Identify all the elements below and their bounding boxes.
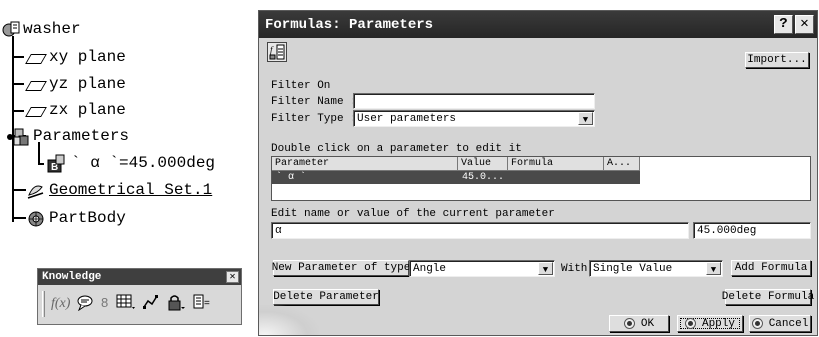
filter-name-label: Filter Name : <box>271 96 357 108</box>
new-parameter-of-type-button[interactable]: New Parameter of type <box>272 260 410 276</box>
part-document-icon <box>2 20 20 38</box>
tree-connector-line <box>12 56 24 58</box>
law-icon[interactable] <box>142 293 160 316</box>
parameter-name-input[interactable]: α <box>271 222 689 239</box>
cell-value: 45.0... <box>462 172 505 183</box>
lock-icon[interactable] <box>166 293 186 316</box>
parameter-table[interactable]: Parameter Value Formula A... ` α ` 45.0.… <box>271 156 811 201</box>
chevron-down-icon[interactable]: ▼ <box>578 112 593 125</box>
filter-type-value: User parameters <box>357 112 457 125</box>
tree-connector-line <box>12 189 26 191</box>
tree-connector-line <box>12 83 24 85</box>
svg-text:=: = <box>204 298 210 309</box>
formulas-dialog: Formulas: Parameters ? ✕ f Import... Fil… <box>258 10 818 336</box>
with-label: With <box>561 263 588 275</box>
cancel-button[interactable]: Cancel <box>749 315 811 332</box>
table-row-selected[interactable]: ` α ` 45.0... <box>272 171 640 184</box>
tree-item-label: zx plane <box>49 101 126 119</box>
parameter-explorer-icon[interactable]: = <box>192 293 212 316</box>
help-button[interactable]: ? <box>774 15 793 34</box>
apply-button[interactable]: Apply <box>677 315 743 332</box>
add-formula-button[interactable]: Add Formula <box>731 260 811 276</box>
svg-text:8: 8 <box>101 295 108 310</box>
formula-icon[interactable]: f(x) <box>51 296 70 312</box>
tree-item-geometrical-set[interactable]: Geometrical Set.1 <box>26 179 212 201</box>
svg-text:f: f <box>270 45 274 55</box>
value-kind-select[interactable]: Single Value ▼ <box>589 260 723 277</box>
tree-connector-line <box>38 163 44 165</box>
dialog-title: Formulas: Parameters <box>265 16 434 33</box>
cell-parameter: ` α ` <box>276 172 307 183</box>
double-click-hint: Double click on a parameter to edit it <box>271 143 522 155</box>
dialog-titlebar[interactable]: Formulas: Parameters ? ✕ <box>259 11 817 38</box>
column-header-value[interactable]: Value <box>458 157 508 171</box>
tree-item-zx-plane[interactable]: zx plane <box>25 99 126 121</box>
tree-root-washer[interactable]: washer <box>2 18 81 40</box>
tree-item-label: yz plane <box>49 75 126 93</box>
column-header-parameter[interactable]: Parameter <box>272 157 458 171</box>
part-body-icon <box>26 209 46 227</box>
tree-item-xy-plane[interactable]: xy plane <box>25 46 126 68</box>
filter-type-label: Filter Type : <box>271 113 357 125</box>
knowledge-toolbar-titlebar[interactable]: Knowledge ✕ <box>38 269 241 285</box>
plane-icon <box>25 81 47 91</box>
cancel-label: Cancel <box>768 317 809 330</box>
tree-item-label: Parameters <box>33 127 130 145</box>
tree-item-yz-plane[interactable]: yz plane <box>25 73 126 95</box>
import-button[interactable]: Import... <box>745 52 809 68</box>
specification-tree: washer xy plane yz plane zx plane Parame… <box>0 0 240 250</box>
tree-connector-line <box>12 217 26 219</box>
formula-mode-icon[interactable]: f <box>267 42 287 62</box>
close-button[interactable]: ✕ <box>795 15 814 34</box>
comment-icon[interactable] <box>76 293 94 316</box>
knowledge-toolbar-title: Knowledge <box>42 271 102 283</box>
knowledge-toolbar: Knowledge ✕ f(x) 8 = <box>37 268 242 325</box>
delete-formula-button[interactable]: Delete Formula <box>722 289 814 305</box>
geometrical-set-icon <box>26 181 46 199</box>
apply-radio-icon <box>684 318 696 329</box>
ok-label: OK <box>640 317 655 330</box>
catia-logo-swirl <box>259 305 319 335</box>
parameter-type-value: Angle <box>413 262 447 275</box>
filter-name-input[interactable] <box>353 93 595 109</box>
cancel-radio-icon <box>751 318 763 329</box>
chevron-down-icon[interactable]: ▼ <box>538 262 553 275</box>
chevron-down-icon[interactable]: ▼ <box>706 262 721 275</box>
edit-parameter-label: Edit name or value of the current parame… <box>271 208 555 220</box>
tree-item-label: ` α `=45.000deg <box>71 154 216 172</box>
parameter-value-input[interactable]: 45.000deg <box>693 222 811 239</box>
close-icon[interactable]: ✕ <box>226 271 239 283</box>
tree-root-label: washer <box>23 20 81 38</box>
filter-on-label: Filter On <box>271 80 331 92</box>
tree-item-label: Geometrical Set.1 <box>49 181 213 199</box>
ok-button[interactable]: OK <box>609 315 669 332</box>
plane-icon <box>25 54 47 64</box>
design-table-icon[interactable] <box>116 293 136 316</box>
filter-type-select[interactable]: User parameters ▼ <box>353 110 595 127</box>
tree-connector-line <box>12 110 24 112</box>
column-header-active[interactable]: A... <box>604 157 640 171</box>
tree-item-label: PartBody <box>49 209 126 227</box>
value-kind-value: Single Value <box>593 262 673 275</box>
column-header-formula[interactable]: Formula <box>508 157 604 171</box>
delete-parameter-button[interactable]: Delete Parameter <box>273 289 379 305</box>
plane-icon <box>25 107 47 117</box>
tree-item-label: xy plane <box>49 48 126 66</box>
parameter-type-select[interactable]: Angle ▼ <box>409 260 555 277</box>
apply-label: Apply <box>701 317 735 330</box>
hint-icon[interactable]: 8 <box>100 293 110 316</box>
tree-item-parameters[interactable]: Parameters <box>6 125 129 147</box>
tree-item-alpha-parameter[interactable]: B ` α `=45.000deg <box>46 152 215 174</box>
ok-radio-icon <box>623 318 635 329</box>
angle-parameter-icon: B <box>46 154 68 173</box>
tree-item-partbody[interactable]: PartBody <box>26 207 126 229</box>
toolbar-grip[interactable] <box>42 291 45 317</box>
parameters-icon <box>6 127 30 146</box>
